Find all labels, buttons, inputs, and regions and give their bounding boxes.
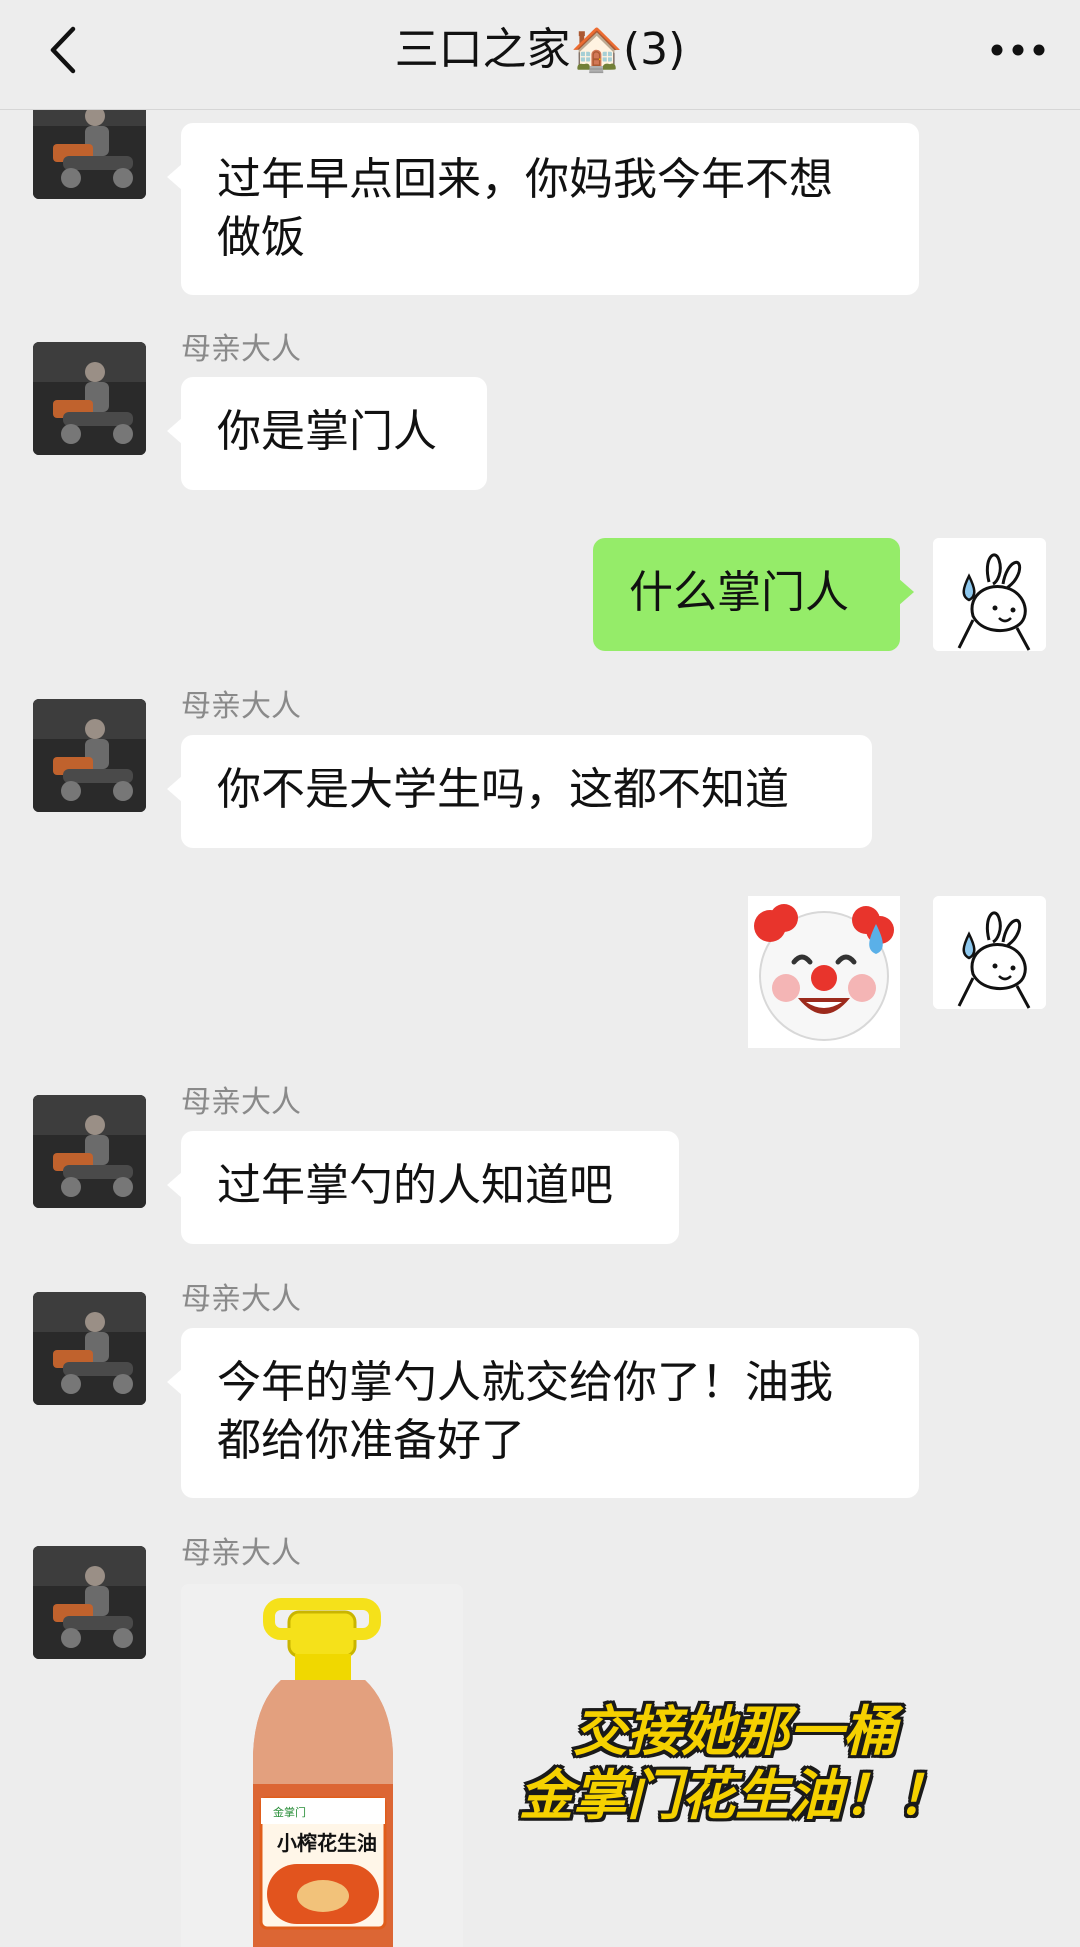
bunny-sweat-icon xyxy=(933,538,1046,651)
message-bubble[interactable]: 过年掌勺的人知道吧 xyxy=(167,1131,679,1244)
member-count: (3) xyxy=(622,24,686,75)
sender-name: 母亲大人 xyxy=(181,1282,301,1317)
my-avatar[interactable] xyxy=(933,538,1046,651)
caption-line: 金掌门花生油！！ xyxy=(519,1764,951,1827)
my-message-bubble[interactable]: 什么掌门人 xyxy=(593,538,914,651)
message-text: 你不是大学生吗，这都不知道 xyxy=(217,764,789,815)
my-avatar[interactable] xyxy=(933,896,1046,1009)
message-line: 今年的掌勺人就交给你了！油我 xyxy=(217,1357,833,1408)
sender-name: 母亲大人 xyxy=(181,1536,301,1571)
scooter-photo-icon xyxy=(33,699,146,812)
mom-avatar[interactable] xyxy=(33,342,146,455)
chat-title: 三口之家🏠(3) xyxy=(0,22,1080,78)
message-text: 你是掌门人 xyxy=(217,406,437,457)
product-label: 小榨花生油 xyxy=(277,1831,377,1855)
scooter-photo-icon xyxy=(33,342,146,455)
chat-title-text: 三口之家 xyxy=(394,24,571,75)
message-bubble[interactable]: 今年的掌勺人就交给你了！油我 都给你准备好了 xyxy=(167,1328,919,1498)
scooter-photo-icon xyxy=(33,1292,146,1405)
clown-sweat-sticker[interactable] xyxy=(748,896,900,1048)
chat-header: 三口之家🏠(3) xyxy=(0,0,1080,110)
message-bubble[interactable]: 过年早点回来，你妈我今年不想 做饭 xyxy=(167,123,919,295)
message-text: 过年掌勺的人知道吧 xyxy=(217,1160,613,1211)
message-line: 都给你准备好了 xyxy=(217,1415,525,1466)
message-text: 什么掌门人 xyxy=(629,567,849,618)
caption-line: 交接她那一桶 xyxy=(573,1700,897,1763)
more-button[interactable] xyxy=(986,22,1050,78)
mom-avatar[interactable] xyxy=(33,1095,146,1208)
message-bubble[interactable]: 你不是大学生吗，这都不知道 xyxy=(167,735,872,848)
house-emoji: 🏠 xyxy=(570,25,623,74)
peanut-oil-bottle-icon: 金掌门 小榨花生油 xyxy=(181,1584,463,1947)
scooter-photo-icon xyxy=(33,1095,146,1208)
overlay-caption: 交接她那一桶 金掌门花生油！！ xyxy=(505,1700,965,1828)
oil-bottle-photo[interactable]: 金掌门 小榨花生油 xyxy=(181,1584,463,1947)
bunny-sweat-icon xyxy=(933,896,1046,1009)
chat-message-list[interactable]: 过年早点回来，你妈我今年不想 做饭 母亲大人 你是掌门人 什么掌门人 母亲大人 … xyxy=(0,0,1080,1947)
scooter-photo-icon xyxy=(33,1546,146,1659)
message-line: 做饭 xyxy=(217,212,305,263)
sender-name: 母亲大人 xyxy=(181,689,301,724)
mom-avatar[interactable] xyxy=(33,1546,146,1659)
sender-name: 母亲大人 xyxy=(181,332,301,367)
clown-sweat-emoji xyxy=(748,896,900,1048)
more-dots-icon xyxy=(991,44,1045,56)
mom-avatar[interactable] xyxy=(33,699,146,812)
message-line: 过年早点回来，你妈我今年不想 xyxy=(217,154,833,205)
mom-avatar[interactable] xyxy=(33,1292,146,1405)
message-bubble[interactable]: 你是掌门人 xyxy=(167,377,487,490)
sender-name: 母亲大人 xyxy=(181,1085,301,1120)
brand-text: 金掌门 xyxy=(273,1805,306,1819)
